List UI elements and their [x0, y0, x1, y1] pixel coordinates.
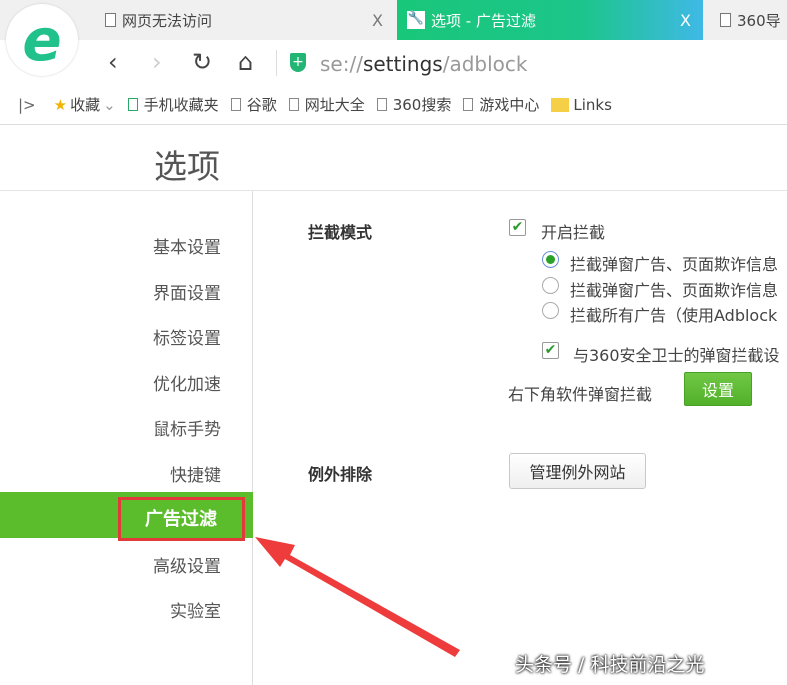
bookmark-360search[interactable]: 360搜索: [376, 94, 451, 115]
close-icon[interactable]: X: [680, 11, 691, 30]
back-icon[interactable]: ‹: [108, 48, 118, 76]
bookmark-mobile[interactable]: 手机收藏夹: [127, 94, 219, 115]
page-icon: [720, 13, 731, 27]
block-mode-label: 拦截模式: [308, 223, 373, 242]
bookmark-google[interactable]: 谷歌: [230, 94, 277, 115]
enable-block-checkbox[interactable]: ✔: [509, 219, 526, 236]
sidebar-item-shortcuts[interactable]: 快捷键: [170, 461, 221, 486]
sidebar-toggle-icon[interactable]: |>: [18, 96, 36, 114]
page-title: 选项: [154, 147, 220, 186]
block-option-label: 拦截弹窗广告、页面欺诈信息: [570, 281, 779, 300]
url-input[interactable]: se://settings/adblock: [320, 52, 527, 76]
corner-popup-label: 右下角软件弹窗拦截: [508, 385, 653, 404]
bookmark-favorites[interactable]: ★ 收藏 ⌄: [54, 94, 116, 115]
tab-options-adblock[interactable]: 🔧 选项 - 广告过滤 X: [397, 0, 703, 40]
bookmark-games[interactable]: 游戏中心: [463, 94, 539, 115]
block-option-radio-3[interactable]: [542, 302, 559, 319]
tab-label: 360导: [737, 11, 781, 30]
bookmarks-bar: |> ★ 收藏 ⌄ 手机收藏夹 谷歌 网址大全 360搜索 游戏中心 Links: [0, 85, 787, 125]
bookmark-sites[interactable]: 网址大全: [288, 94, 365, 115]
bookmark-links[interactable]: Links: [551, 96, 612, 114]
home-icon[interactable]: ⌂: [238, 48, 253, 76]
shield-icon: +: [290, 53, 306, 72]
red-arrow: [255, 537, 460, 657]
tab-360[interactable]: 360导: [710, 0, 787, 40]
page-icon: [105, 13, 116, 27]
sidebar-item-basic[interactable]: 基本设置: [153, 233, 221, 258]
block-option-radio-2[interactable]: [542, 277, 559, 294]
page-icon: [288, 98, 299, 111]
star-icon: ★: [53, 95, 68, 114]
exceptions-label: 例外排除: [308, 465, 373, 484]
close-icon[interactable]: X: [372, 11, 383, 30]
block-option-radio-1[interactable]: [542, 251, 559, 268]
tab-label: 网页无法访问: [122, 11, 213, 30]
refresh-icon[interactable]: ↻: [192, 48, 212, 76]
settings-button[interactable]: 设置: [684, 372, 752, 406]
sidebar-item-advanced[interactable]: 高级设置: [153, 552, 221, 577]
watermark: 头条号 / 科技前沿之光: [515, 654, 705, 676]
enable-block-label: 开启拦截: [541, 223, 606, 242]
sidebar-item-lab[interactable]: 实验室: [170, 597, 221, 622]
forward-icon[interactable]: ›: [152, 48, 162, 76]
block-option-label: 拦截弹窗广告、页面欺诈信息: [570, 255, 779, 274]
folder-icon: [551, 97, 570, 112]
chevron-down-icon: ⌄: [103, 95, 116, 114]
divider: [276, 50, 277, 76]
tab-bar: 网页无法访问 X 🔧 选项 - 广告过滤 X 360导: [0, 0, 787, 40]
sidebar-item-interface[interactable]: 界面设置: [153, 279, 221, 304]
wrench-icon: 🔧: [407, 11, 425, 29]
page-icon: [230, 98, 241, 111]
sync-360-label: 与360安全卫士的弹窗拦截设: [573, 346, 780, 365]
page-icon: [376, 98, 387, 111]
sidebar-item-optimize[interactable]: 优化加速: [153, 370, 221, 395]
highlight-box: [118, 497, 245, 541]
sync-360-checkbox[interactable]: ✔: [542, 342, 559, 359]
browser-logo: e: [6, 4, 78, 76]
tab-page-unreachable[interactable]: 网页无法访问 X: [95, 0, 395, 40]
page-icon: [463, 98, 474, 111]
block-option-label: 拦截所有广告（使用Adblock: [570, 306, 778, 325]
sidebar-item-tabs[interactable]: 标签设置: [153, 324, 221, 349]
manage-exceptions-button[interactable]: 管理例外网站: [509, 453, 646, 489]
tab-label: 选项 - 广告过滤: [431, 11, 536, 30]
phone-icon: [127, 98, 138, 111]
sidebar-item-gestures[interactable]: 鼠标手势: [153, 415, 221, 440]
